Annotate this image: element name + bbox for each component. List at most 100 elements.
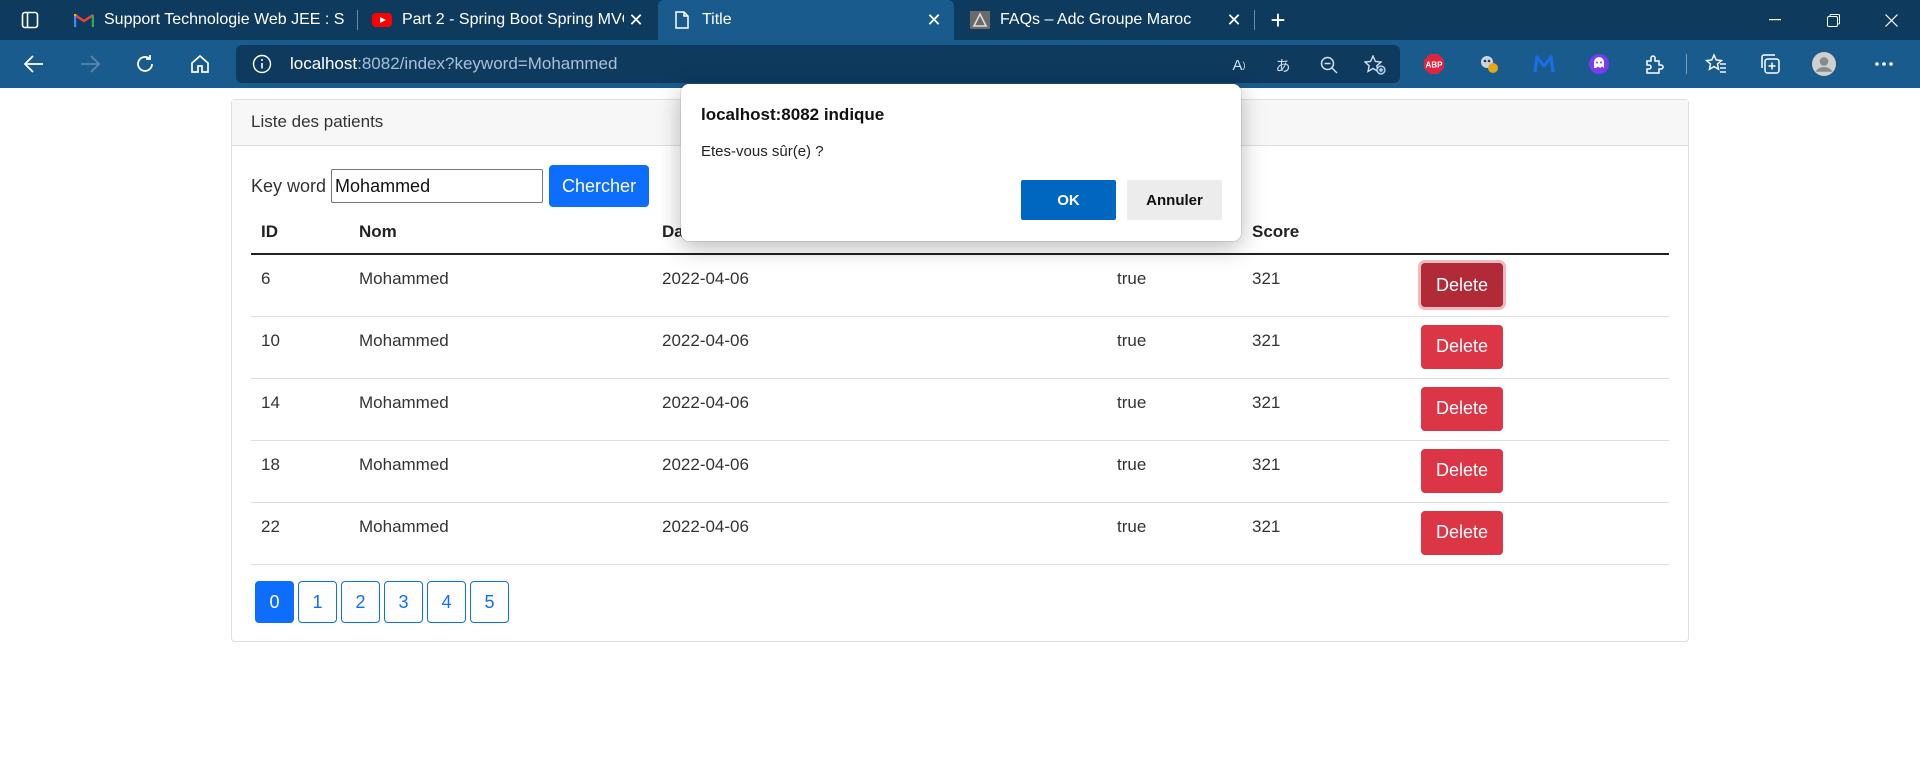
cell-date: 2022-04-06 — [652, 502, 1107, 565]
cell-id: 14 — [251, 378, 349, 441]
tab-actions-icon[interactable] — [14, 8, 46, 32]
close-window-icon[interactable] — [1868, 0, 1914, 40]
table-row: 6 Mohammed 2022-04-06 true 321 Delete — [251, 254, 1669, 317]
tab-active[interactable]: Title ✕ — [658, 0, 954, 40]
cell-malade: true — [1107, 254, 1242, 317]
ghost-extension-icon[interactable] — [1587, 52, 1611, 76]
page-icon — [672, 10, 692, 30]
cell-score: 321 — [1242, 378, 1411, 441]
close-icon[interactable]: ✕ — [624, 8, 648, 32]
column-header-actions — [1411, 210, 1669, 255]
tab-divider — [1254, 10, 1255, 30]
minimize-icon[interactable] — [1752, 0, 1798, 40]
collections-icon[interactable] — [1758, 52, 1782, 76]
cell-actions: Delete — [1411, 440, 1669, 503]
dialog-message: Etes-vous sûr(e) ? — [701, 143, 824, 160]
table-row: 18 Mohammed 2022-04-06 true 321 Delete — [251, 440, 1669, 503]
cell-malade: true — [1107, 440, 1242, 503]
page-link-4[interactable]: 4 — [427, 581, 466, 623]
profile-avatar-icon[interactable] — [1812, 52, 1836, 76]
ghostery-icon[interactable] — [1477, 52, 1501, 76]
cell-nom: Mohammed — [349, 440, 652, 503]
tab-youtube[interactable]: Part 2 - Spring Boot Spring MVC ✕ — [358, 0, 656, 40]
page-link-2[interactable]: 2 — [341, 581, 380, 623]
zoom-out-icon[interactable] — [1316, 52, 1342, 78]
cell-id: 10 — [251, 316, 349, 379]
restore-icon[interactable] — [1810, 0, 1856, 40]
cell-id: 22 — [251, 502, 349, 565]
cell-malade: true — [1107, 316, 1242, 379]
add-favorite-icon[interactable] — [1362, 52, 1388, 78]
tab-title: Title — [702, 11, 732, 28]
table-row: 10 Mohammed 2022-04-06 true 321 Delete — [251, 316, 1669, 379]
toolbar-divider — [1686, 54, 1687, 74]
cell-date: 2022-04-06 — [652, 316, 1107, 379]
cell-score: 321 — [1242, 440, 1411, 503]
delete-button[interactable]: Delete — [1421, 263, 1503, 307]
abp-label: ABP — [1426, 61, 1444, 70]
column-header-id: ID — [251, 210, 349, 255]
cell-id: 18 — [251, 440, 349, 503]
cell-nom: Mohammed — [349, 254, 652, 317]
site-icon — [970, 10, 990, 30]
cell-date: 2022-04-06 — [652, 254, 1107, 317]
confirm-dialog: localhost:8082 indique Etes-vous sûr(e) … — [681, 84, 1241, 241]
cell-nom: Mohammed — [349, 378, 652, 441]
url-text[interactable]: localhost:8082/index?keyword=Mohammed — [290, 54, 617, 74]
cell-id: 6 — [251, 254, 349, 317]
read-aloud-icon[interactable]: A) — [1226, 52, 1252, 78]
cell-actions: Delete — [1411, 254, 1669, 317]
info-icon[interactable] — [252, 54, 272, 74]
delete-button[interactable]: Delete — [1421, 324, 1503, 369]
url-host: localhost — [290, 54, 358, 73]
search-label: Key word — [251, 175, 327, 196]
address-bar[interactable]: localhost:8082/index?keyword=Mohammed A)… — [236, 45, 1400, 83]
pagination: 0 1 2 3 4 5 — [255, 581, 513, 623]
dialog-title: localhost:8082 indique — [701, 105, 885, 124]
favorites-icon[interactable] — [1704, 52, 1728, 76]
page-link-3[interactable]: 3 — [384, 581, 423, 623]
refresh-icon[interactable] — [127, 48, 163, 80]
cell-actions: Delete — [1411, 316, 1669, 379]
cell-actions: Delete — [1411, 378, 1669, 441]
cell-date: 2022-04-06 — [652, 378, 1107, 441]
cell-date: 2022-04-06 — [652, 440, 1107, 503]
delete-button[interactable]: Delete — [1421, 510, 1503, 555]
page-link-5[interactable]: 5 — [470, 581, 509, 623]
page-link-0[interactable]: 0 — [255, 581, 294, 623]
tab-faqs[interactable]: FAQs – Adc Groupe Maroc ✕ — [956, 0, 1254, 40]
cell-score: 321 — [1242, 502, 1411, 565]
extensions-icon[interactable] — [1642, 52, 1666, 76]
tab-strip: Support Technologie Web JEE : S Part 2 -… — [0, 0, 1920, 40]
more-options-icon[interactable] — [1872, 52, 1896, 76]
patients-table: ID Nom Date Malade Score 6 Mohammed 2022… — [251, 210, 1669, 565]
tab-title: Support Technologie Web JEE : S — [104, 11, 345, 28]
cell-malade: true — [1107, 378, 1242, 441]
youtube-icon — [372, 10, 392, 30]
new-tab-icon[interactable]: + — [1262, 4, 1294, 36]
cancel-button[interactable]: Annuler — [1127, 180, 1222, 220]
delete-button[interactable]: Delete — [1421, 448, 1503, 493]
close-icon[interactable]: ✕ — [922, 8, 946, 32]
cell-nom: Mohammed — [349, 316, 652, 379]
cell-nom: Mohammed — [349, 502, 652, 565]
tab-gmail[interactable]: Support Technologie Web JEE : S — [60, 0, 356, 40]
malwarebytes-icon[interactable] — [1532, 52, 1556, 76]
column-header-score: Score — [1242, 210, 1411, 255]
tab-title: Part 2 - Spring Boot Spring MVC — [402, 11, 624, 28]
close-icon[interactable]: ✕ — [1222, 8, 1246, 32]
adblock-plus-icon[interactable]: ABP — [1422, 52, 1446, 76]
back-icon[interactable] — [16, 48, 52, 80]
keyword-input[interactable] — [331, 169, 544, 203]
search-form: Key word Chercher — [251, 165, 650, 207]
cell-actions: Delete — [1411, 502, 1669, 565]
browser-toolbar: localhost:8082/index?keyword=Mohammed A)… — [0, 40, 1920, 88]
forward-icon[interactable] — [72, 48, 108, 80]
gmail-icon — [74, 10, 94, 30]
home-icon[interactable] — [182, 48, 218, 80]
page-link-1[interactable]: 1 — [298, 581, 337, 623]
delete-button[interactable]: Delete — [1421, 386, 1503, 431]
search-button[interactable]: Chercher — [549, 165, 650, 207]
translate-icon[interactable]: あ — [1270, 52, 1296, 78]
ok-button[interactable]: OK — [1021, 180, 1116, 220]
